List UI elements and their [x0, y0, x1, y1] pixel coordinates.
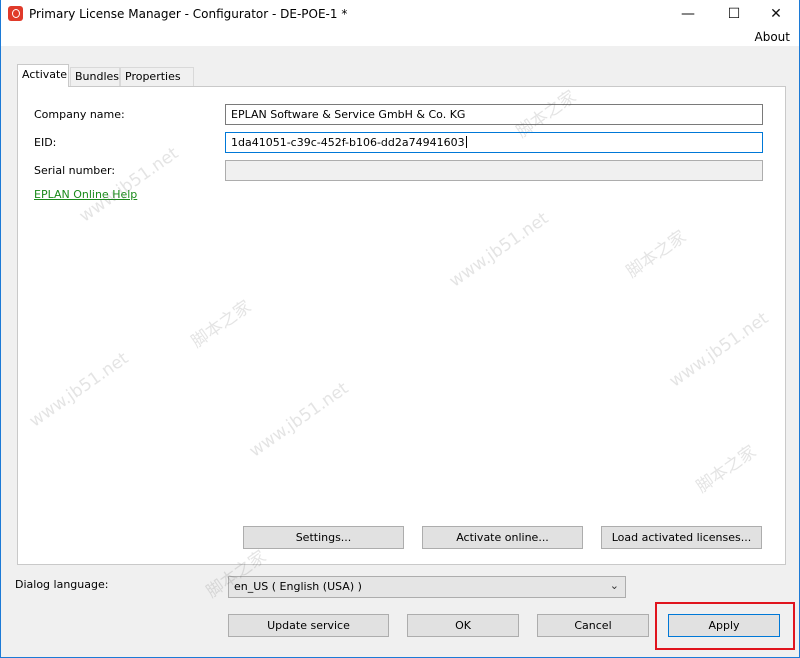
eid-label: EID:: [34, 136, 57, 149]
menu-bar: [1, 28, 799, 46]
text-caret: [465, 136, 467, 148]
close-button[interactable]: ✕: [753, 0, 799, 28]
serial-number-label: Serial number:: [34, 164, 116, 177]
maximize-button[interactable]: ☐: [711, 0, 757, 28]
serial-number-input[interactable]: [225, 160, 763, 181]
company-name-label: Company name:: [34, 108, 125, 121]
tab-bundles[interactable]: Bundles: [70, 67, 120, 86]
window-title: Primary License Manager - Configurator -…: [29, 7, 348, 21]
eplan-online-help-link[interactable]: EPLAN Online Help: [34, 188, 137, 201]
about-menu[interactable]: About: [755, 30, 790, 44]
activate-online-button[interactable]: Activate online...: [422, 526, 583, 549]
dialog-language-value: en_US ( English (USA) ): [234, 580, 362, 593]
eid-input[interactable]: 1da41051-c39c-452f-b106-dd2a74941603: [225, 132, 763, 153]
dialog-language-label: Dialog language:: [15, 578, 109, 591]
app-logo-icon: [8, 6, 23, 21]
settings-button[interactable]: Settings...: [243, 526, 404, 549]
configurator-window: Primary License Manager - Configurator -…: [0, 0, 800, 658]
company-name-input[interactable]: EPLAN Software & Service GmbH & Co. KG: [225, 104, 763, 125]
tab-activate[interactable]: Activate: [17, 64, 69, 87]
activate-panel: Company name: EPLAN Software & Service G…: [17, 86, 786, 565]
load-activated-licenses-button[interactable]: Load activated licenses...: [601, 526, 762, 549]
tab-properties[interactable]: Properties: [120, 67, 194, 86]
cancel-button[interactable]: Cancel: [537, 614, 649, 637]
ok-button[interactable]: OK: [407, 614, 519, 637]
chevron-down-icon: ⌄: [609, 579, 619, 592]
title-bar: Primary License Manager - Configurator -…: [1, 0, 799, 28]
update-service-button[interactable]: Update service: [228, 614, 389, 637]
dialog-language-select[interactable]: en_US ( English (USA) ) ⌄: [228, 576, 626, 598]
minimize-button[interactable]: —: [665, 0, 711, 28]
apply-highlight-box: [655, 602, 795, 650]
